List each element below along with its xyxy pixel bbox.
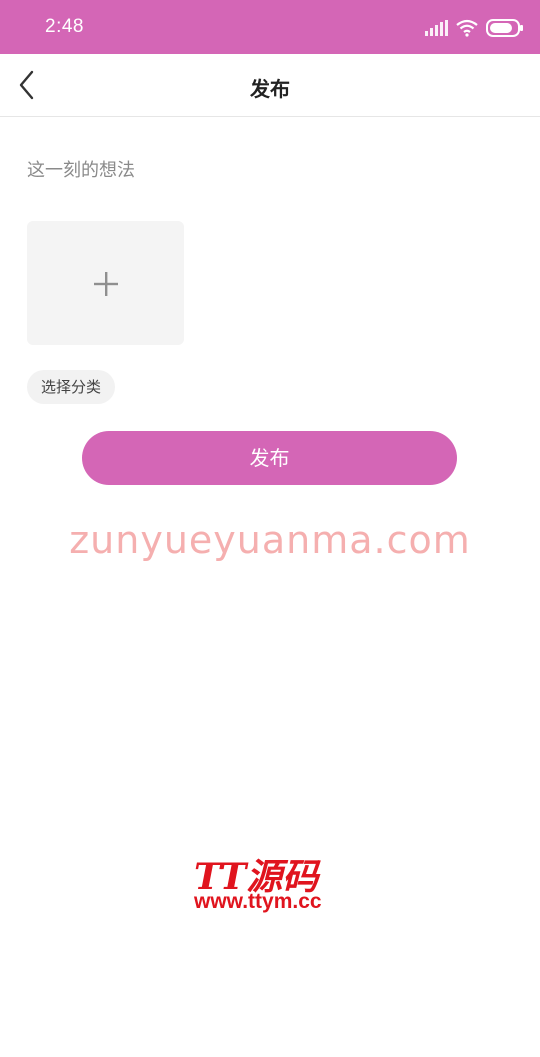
status-icons <box>425 16 523 40</box>
watermark-site-text: zunyueyuanma.com <box>69 518 471 562</box>
watermark-logo: TT源码 www.ttym.cc <box>190 848 350 918</box>
publish-screen: 2:48 发布 这一刻的想法 选择分类 发布 zunyueyuanma.com … <box>0 0 540 1057</box>
watermark-logo-url: www.ttym.cc <box>194 890 322 913</box>
wifi-icon <box>456 19 478 37</box>
status-bar: 2:48 <box>0 0 540 54</box>
signal-icon <box>425 20 448 36</box>
battery-icon <box>486 19 523 37</box>
nav-bar: 发布 <box>0 54 540 117</box>
select-category-button[interactable]: 选择分类 <box>27 370 116 404</box>
plus-icon <box>94 272 118 296</box>
publish-button[interactable]: 发布 <box>82 431 457 485</box>
page-title: 发布 <box>250 77 290 101</box>
status-time: 2:48 <box>45 16 84 37</box>
add-image-button[interactable] <box>27 221 184 345</box>
thought-input[interactable] <box>27 152 507 188</box>
